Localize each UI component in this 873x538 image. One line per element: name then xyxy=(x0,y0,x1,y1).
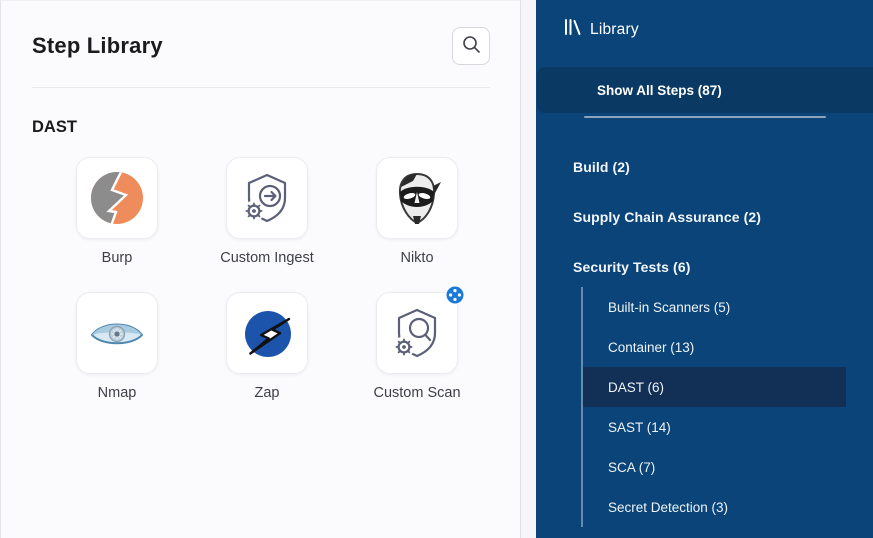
step-cell-nmap: Nmap xyxy=(42,292,192,401)
step-card-custom-scan[interactable] xyxy=(376,292,458,374)
step-cell-custom-scan: Custom Scan xyxy=(342,292,492,401)
step-label: Burp xyxy=(102,250,133,266)
steps-grid: Burp Custom Ingest xyxy=(42,157,520,401)
step-label: Nikto xyxy=(400,250,433,266)
step-library-header: Step Library xyxy=(1,1,520,65)
section-heading-dast: DAST xyxy=(32,118,520,137)
sidebar-item-supply-chain-assurance[interactable]: Supply Chain Assurance (2) xyxy=(573,209,761,225)
step-library-panel: Step Library DAST xyxy=(0,0,521,538)
sidebar-item-container[interactable]: Container (13) xyxy=(583,327,846,367)
step-card-zap[interactable] xyxy=(226,292,308,374)
show-all-steps-button[interactable]: Show All Steps (87) xyxy=(537,67,873,113)
search-button[interactable] xyxy=(452,27,490,65)
sidebar-item-secret-detection[interactable]: Secret Detection (3) xyxy=(583,487,846,527)
step-card-custom-ingest[interactable] xyxy=(226,157,308,239)
burp-logo-icon xyxy=(89,170,145,226)
library-sidebar: Library Show All Steps (87) Build (2) Su… xyxy=(536,0,873,538)
sidebar-item-sca[interactable]: SCA (7) xyxy=(583,447,846,487)
step-cell-custom-ingest: Custom Ingest xyxy=(192,157,342,266)
library-header: Library xyxy=(563,18,639,41)
show-all-steps-label: Show All Steps (87) xyxy=(597,83,722,98)
eye-icon xyxy=(89,305,145,361)
step-label: Custom Scan xyxy=(373,385,460,401)
step-cell-nikto: Nikto xyxy=(342,157,492,266)
step-card-burp[interactable] xyxy=(76,157,158,239)
step-cell-burp: Burp xyxy=(42,157,192,266)
step-cell-zap: Zap xyxy=(192,292,342,401)
security-tests-subnav: Built-in Scanners (5) Container (13) DAS… xyxy=(581,287,846,527)
search-icon xyxy=(461,34,481,59)
page-title: Step Library xyxy=(32,33,163,59)
nikto-mask-icon xyxy=(389,170,445,226)
sidebar-item-sast[interactable]: SAST (14) xyxy=(583,407,846,447)
shield-magnifier-gear-icon xyxy=(389,305,445,361)
lightning-circle-icon xyxy=(239,305,295,361)
sidebar-item-build[interactable]: Build (2) xyxy=(573,159,630,175)
step-label: Zap xyxy=(255,385,280,401)
step-label: Custom Ingest xyxy=(220,250,314,266)
panel-gap xyxy=(521,0,536,538)
show-all-divider xyxy=(584,116,826,118)
sidebar-title: Library xyxy=(590,21,639,39)
library-books-icon xyxy=(563,18,581,41)
shield-arrow-gear-icon xyxy=(239,170,295,226)
sidebar-item-security-tests[interactable]: Security Tests (6) xyxy=(573,259,690,275)
header-divider xyxy=(32,87,490,88)
step-card-nikto[interactable] xyxy=(376,157,458,239)
step-card-nmap[interactable] xyxy=(76,292,158,374)
step-label: Nmap xyxy=(98,385,137,401)
blue-dots-badge-icon xyxy=(446,286,464,304)
sidebar-item-built-in-scanners[interactable]: Built-in Scanners (5) xyxy=(583,287,846,327)
sidebar-item-dast[interactable]: DAST (6) xyxy=(583,367,846,407)
